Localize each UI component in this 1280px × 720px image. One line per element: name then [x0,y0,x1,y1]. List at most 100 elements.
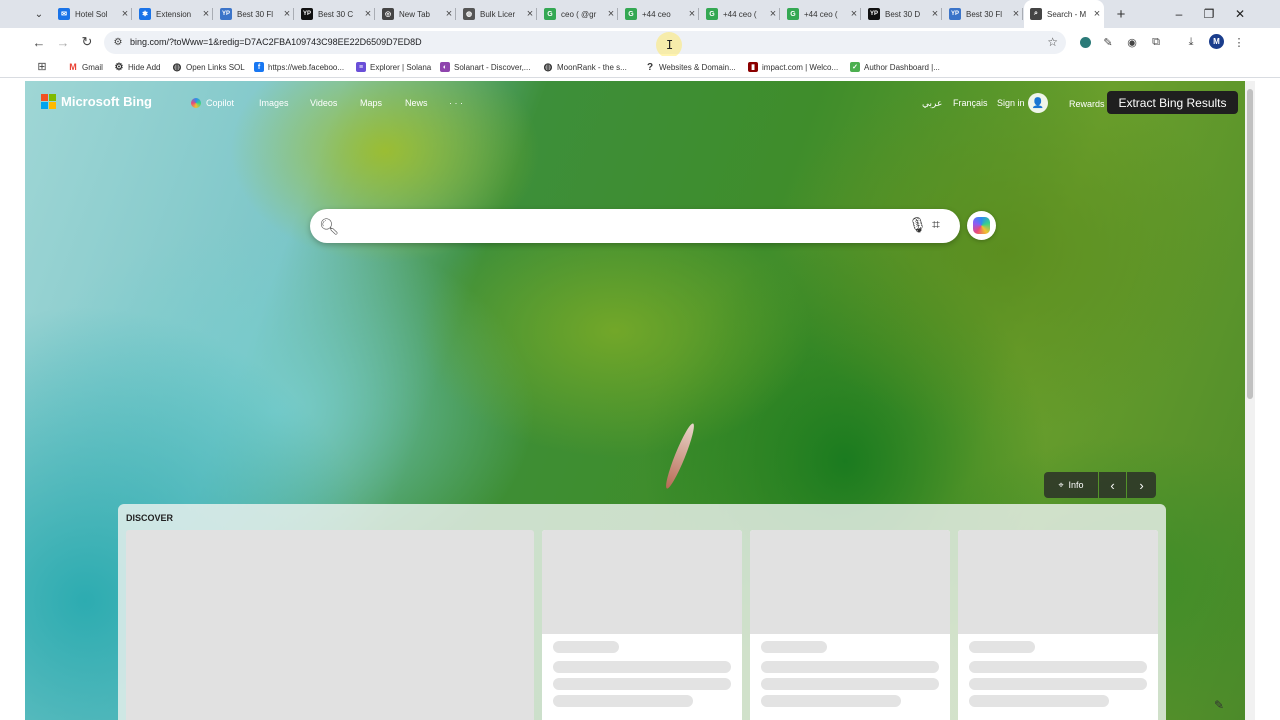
reload-button[interactable]: ↻ [79,34,95,50]
extension-globe-icon[interactable] [1077,34,1093,50]
discover-card[interactable] [750,530,950,720]
bookmark-item[interactable]: f https://web.faceboo... [254,60,344,74]
window-edge [1255,81,1280,720]
nav-news[interactable]: News [405,98,428,108]
copilot-button[interactable] [967,211,996,240]
google-icon: G [787,8,799,20]
tab[interactable]: ✉ Hotel Sol × [52,0,132,28]
tab-title: Best 30 Fl [966,9,1003,19]
previous-image-button[interactable]: ‹ [1099,472,1126,498]
scrollbar-thumb[interactable] [1247,89,1253,399]
sign-in-link[interactable]: Sign in [997,98,1025,108]
extract-bing-results-button[interactable]: Extract Bing Results [1107,91,1238,114]
bookmark-item[interactable]: ? Websites & Domain... [645,60,736,74]
site-info-icon[interactable]: ⚙ [112,36,124,48]
back-button[interactable]: ← [31,34,47,50]
bookmark-item[interactable]: ◍ Open Links SOL [172,60,245,74]
tab-separator [293,8,294,20]
tab[interactable]: YP Best 30 D × [862,0,942,28]
search-icon: 🔍︎ [319,219,340,236]
tab[interactable]: ◍ Bulk Licer × [457,0,537,28]
bookmark-item[interactable]: M Gmail [68,60,103,74]
bookmark-item[interactable]: ✓ Author Dashboard |... [850,60,940,74]
bookmark-label: Websites & Domain... [659,62,736,72]
card-skeleton-line [969,641,1035,653]
tab-close-icon[interactable]: × [928,8,942,20]
extension-agent-icon[interactable]: ◉ [1124,34,1140,50]
tab-close-icon[interactable]: × [1090,8,1104,20]
tab[interactable]: Gceo ( @gr × [538,0,618,28]
tab-close-icon[interactable]: × [361,8,375,20]
nav-copilot[interactable]: Copilot [191,98,234,108]
tab-close-icon[interactable]: × [523,8,537,20]
tab-close-icon[interactable]: × [604,8,618,20]
user-avatar-icon[interactable]: 👤 [1028,93,1048,113]
tab[interactable]: YP Best 30 C × [295,0,375,28]
extension-pen-icon[interactable]: ✎ [1100,34,1116,50]
tab-separator [131,8,132,20]
tab[interactable]: ◎ New Tab × [376,0,456,28]
minimize-button[interactable]: – [1164,0,1194,28]
search-input[interactable] [346,215,886,237]
discover-card[interactable] [542,530,742,720]
url-text[interactable]: bing.com/?toWww=1&redig=D7AC2FBA109743C9… [130,37,422,47]
restore-button[interactable]: ❐ [1194,0,1224,28]
page-scrollbar[interactable] [1245,81,1255,720]
tab-close-icon[interactable]: × [280,8,294,20]
downloads-icon[interactable]: ⤓ [1183,34,1199,50]
google-icon: G [544,8,556,20]
visual-search-icon[interactable]: ⌗ [932,216,940,233]
bookmark-item[interactable]: ≡ Explorer | Solana [356,60,431,74]
bing-logo[interactable]: Microsoft Bing [41,94,152,109]
bookmark-item[interactable]: ▮ impact.com | Welco... [748,60,838,74]
tab[interactable]: G +44 ceo (× [700,0,780,28]
tab-close-icon[interactable]: × [199,8,213,20]
nav-more[interactable]: · · · [449,98,463,108]
close-window-button[interactable]: ✕ [1225,0,1255,28]
question-icon: ? [646,61,654,73]
tab[interactable]: G +44 ceo (× [781,0,861,28]
search-icon: ⌕ [1030,8,1042,20]
next-image-button[interactable]: › [1127,472,1156,498]
tab-title: Extension [156,9,192,19]
tab[interactable]: YP Best 30 Fl × [943,0,1023,28]
discover-card[interactable] [958,530,1158,720]
tab-active[interactable]: ⌕ Search - M × [1024,0,1104,28]
apps-grid-icon[interactable]: ⊞ [36,60,48,73]
discover-card-large[interactable] [126,530,534,720]
nav-videos[interactable]: Videos [310,98,337,108]
text-cursor-icon: I [666,38,674,52]
extensions-puzzle-icon[interactable]: ⧉ [1148,34,1164,50]
tab-search-button[interactable]: ⌄ [30,5,48,23]
tab-separator [617,8,618,20]
language-french-link[interactable]: Français [953,98,988,108]
tab[interactable]: G +44 ceo × [619,0,699,28]
bookmark-item[interactable]: ◍ MoonRank - the s... [543,60,627,74]
tab-close-icon[interactable]: × [685,8,699,20]
bookmark-star-icon[interactable]: ☆ [1047,35,1058,49]
tab-close-icon[interactable]: × [847,8,861,20]
microphone-icon[interactable]: 🎙︎ [908,216,927,234]
forward-button[interactable]: → [55,34,71,50]
tab[interactable]: ✱ Extension × [133,0,213,28]
tab-close-icon[interactable]: × [1009,8,1023,20]
tab-close-icon[interactable]: × [118,8,132,20]
rewards-link[interactable]: Rewards [1069,99,1105,109]
profile-avatar[interactable]: M [1209,34,1224,49]
address-bar[interactable]: ⚙ bing.com/?toWww=1&redig=D7AC2FBA109743… [104,31,1066,54]
language-arabic-link[interactable]: عربي [922,98,942,109]
tab-close-icon[interactable]: × [766,8,780,20]
tab-close-icon[interactable]: × [442,8,456,20]
tab[interactable]: YP Best 30 Fl × [214,0,294,28]
bookmark-item[interactable]: ⚙ Hide Add [114,60,161,74]
feedback-icon[interactable]: ✎ [1214,698,1224,712]
image-info-button[interactable]: ⌖ Info [1044,472,1098,498]
card-skeleton-line [553,695,693,707]
menu-kebab-icon[interactable]: ⋮ [1231,34,1247,50]
nav-maps[interactable]: Maps [360,98,382,108]
google-icon: G [706,8,718,20]
new-tab-button[interactable]: + [1112,5,1130,23]
nav-images[interactable]: Images [259,98,289,108]
location-pin-icon: ⌖ [1058,479,1064,490]
bookmark-item[interactable]: ◐ Solanart - Discover,... [440,60,530,74]
